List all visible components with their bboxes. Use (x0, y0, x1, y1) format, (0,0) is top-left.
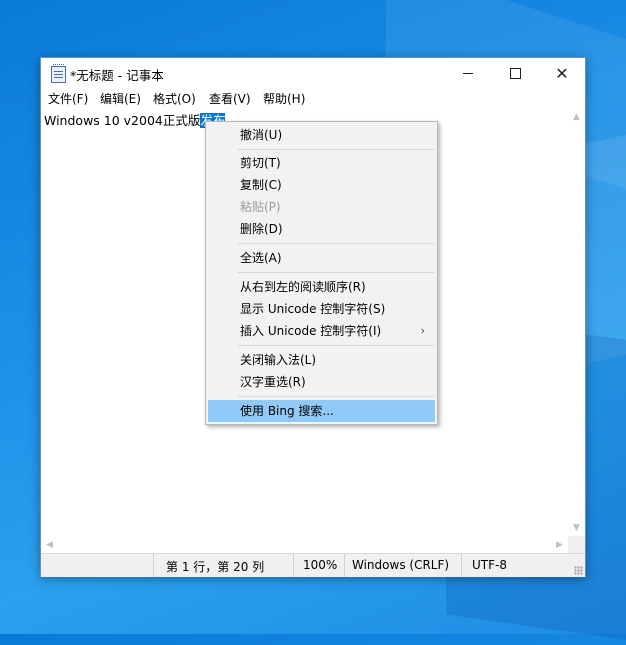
scroll-up-arrow-icon[interactable]: ▲ (568, 108, 585, 125)
close-icon: ✕ (555, 63, 569, 83)
status-bar: 第 1 行，第 20 列 100% Windows (CRLF) UTF-8 (41, 553, 585, 577)
status-position: 第 1 行，第 20 列 (166, 560, 265, 574)
status-separator (293, 554, 294, 577)
menu-select-all[interactable]: 全选(A) (208, 247, 435, 269)
menu-paste: 粘贴(P) (240, 200, 281, 214)
scroll-left-arrow-icon[interactable]: ◀ (41, 536, 58, 553)
menu-edit[interactable]: 编辑(E) (100, 90, 141, 107)
menu-copy[interactable]: 复制(C) (208, 174, 435, 196)
status-encoding: UTF-8 (472, 558, 507, 572)
menu-bar: 文件(F) 编辑(E) 格式(O) 查看(V) 帮助(H) (41, 88, 585, 108)
text-line: Windows 10 v2004正式版发布 (44, 110, 226, 129)
status-zoom: 100% (303, 558, 338, 572)
menu-bing-search[interactable]: 使用 Bing 搜索... (208, 400, 435, 422)
menu-file[interactable]: 文件(F) (48, 90, 88, 107)
menu-delete[interactable]: 删除(D) (208, 218, 435, 240)
vertical-scrollbar[interactable]: ▲ ▼ (568, 108, 585, 536)
menu-reconvert[interactable]: 汉字重选(R) (208, 371, 435, 393)
title-bar[interactable]: *无标题 - 记事本 ✕ (41, 58, 585, 88)
context-menu: 撤消(U) 剪切(T) 复制(C) 粘贴(P) 删除(D) 全选(A) 从右到左… (205, 121, 438, 425)
status-separator (153, 554, 154, 577)
maximize-button[interactable] (492, 58, 538, 88)
maximize-icon (509, 67, 521, 79)
menu-separator (238, 243, 434, 244)
status-separator (344, 554, 345, 577)
menu-view[interactable]: 查看(V) (209, 90, 251, 107)
menu-separator (238, 149, 434, 150)
menu-separator (238, 396, 434, 397)
scroll-right-arrow-icon[interactable]: ▶ (551, 536, 568, 553)
menu-cut[interactable]: 剪切(T) (208, 152, 435, 174)
notepad-icon[interactable] (51, 64, 66, 83)
menu-separator (238, 345, 434, 346)
status-separator (461, 554, 462, 577)
submenu-chevron-icon: › (420, 324, 425, 337)
minimize-icon (463, 72, 473, 74)
window-title: *无标题 - 记事本 (70, 68, 164, 83)
close-button[interactable]: ✕ (539, 58, 585, 88)
menu-help[interactable]: 帮助(H) (263, 90, 305, 107)
menu-rtl-reading[interactable]: 从右到左的阅读顺序(R) (208, 276, 435, 298)
minimize-button[interactable] (445, 58, 491, 88)
horizontal-scrollbar[interactable]: ◀ ▶ (41, 536, 568, 553)
resize-grip-icon[interactable] (574, 566, 583, 575)
menu-close-ime[interactable]: 关闭输入法(L) (208, 349, 435, 371)
scroll-down-arrow-icon[interactable]: ▼ (568, 519, 585, 536)
scrollbar-corner (568, 536, 585, 553)
menu-undo[interactable]: 撤消(U) (208, 124, 435, 146)
menu-separator (238, 272, 434, 273)
status-line-ending: Windows (CRLF) (352, 558, 450, 572)
menu-insert-unicode[interactable]: 插入 Unicode 控制字符(I) › (208, 320, 435, 342)
text-content: Windows 10 v2004正式版 (44, 113, 201, 128)
menu-show-unicode[interactable]: 显示 Unicode 控制字符(S) (208, 298, 435, 320)
menu-format[interactable]: 格式(O) (153, 90, 196, 107)
